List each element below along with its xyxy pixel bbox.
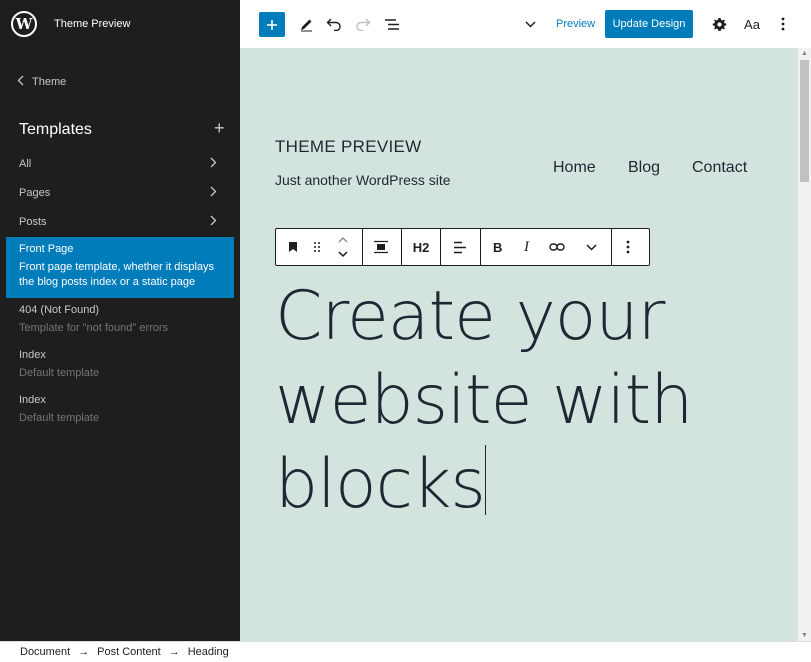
editor-toolbar: Preview Update Design Aa bbox=[240, 0, 811, 48]
chevron-right-icon bbox=[210, 186, 217, 200]
scroll-down-arrow-icon[interactable]: ▼ bbox=[801, 632, 808, 639]
nav-item-pages[interactable]: Pages bbox=[0, 181, 240, 205]
more-options-vertical-icon[interactable] bbox=[773, 14, 793, 34]
heading-block[interactable]: Create your website with blocks bbox=[275, 275, 735, 527]
italic-icon[interactable]: I bbox=[524, 238, 529, 256]
link-icon[interactable] bbox=[549, 238, 565, 256]
chevron-right-icon bbox=[210, 157, 217, 171]
scroll-up-arrow-icon[interactable]: ▲ bbox=[801, 50, 808, 57]
add-template-plus-icon[interactable]: + bbox=[214, 119, 225, 137]
templates-heading: Templates bbox=[19, 121, 92, 138]
settings-gear-icon[interactable] bbox=[709, 14, 729, 34]
drag-handle-icon[interactable] bbox=[313, 238, 321, 256]
nav-link-blog[interactable]: Blog bbox=[628, 159, 660, 177]
block-options-vertical-icon[interactable] bbox=[626, 238, 630, 256]
redo-icon[interactable] bbox=[353, 14, 373, 34]
template-description: Default template bbox=[19, 367, 100, 379]
site-tagline[interactable]: Just another WordPress site bbox=[275, 172, 451, 188]
template-title: Index bbox=[19, 349, 46, 361]
template-description: Default template bbox=[19, 412, 100, 424]
undo-icon[interactable] bbox=[324, 14, 344, 34]
update-design-button[interactable]: Update Design bbox=[605, 10, 693, 38]
styles-button[interactable]: Aa bbox=[740, 14, 764, 34]
nav-link-contact[interactable]: Contact bbox=[692, 159, 747, 177]
editor-canvas[interactable]: THEME PREVIEW Just another WordPress sit… bbox=[240, 48, 798, 641]
canvas-scrollbar[interactable]: ▲ ▼ bbox=[798, 48, 811, 641]
site-title: Theme Preview bbox=[54, 18, 131, 30]
nav-item-label: Posts bbox=[19, 216, 47, 228]
template-description: Template for "not found" errors bbox=[19, 322, 169, 334]
template-item-404[interactable]: 404 (Not Found) Template for "not found"… bbox=[6, 298, 234, 342]
nav-link-home[interactable]: Home bbox=[553, 159, 596, 177]
breadcrumb-item-document[interactable]: Document bbox=[20, 646, 70, 658]
toolbar-separator bbox=[440, 229, 441, 265]
more-formats-chevron-down-icon[interactable] bbox=[586, 238, 597, 256]
template-title: Index bbox=[19, 394, 46, 406]
text-cursor bbox=[484, 445, 486, 515]
site-hub: W Theme Preview bbox=[0, 0, 240, 48]
chevron-right-icon bbox=[210, 215, 217, 229]
arrow-right-icon: → bbox=[78, 646, 90, 658]
template-title: Front Page bbox=[19, 243, 74, 255]
template-title: 404 (Not Found) bbox=[19, 304, 100, 316]
edit-pencil-icon[interactable] bbox=[296, 14, 316, 34]
template-item-index-2[interactable]: Index Default template bbox=[6, 388, 234, 432]
align-center-block-icon[interactable] bbox=[374, 238, 388, 256]
nav-item-posts[interactable]: Posts bbox=[0, 210, 240, 234]
heading-line: blocks bbox=[275, 445, 486, 524]
chevron-left-icon bbox=[17, 75, 24, 89]
list-view-icon[interactable] bbox=[382, 14, 402, 34]
toolbar-separator bbox=[611, 229, 612, 265]
preview-button[interactable]: Preview bbox=[556, 18, 595, 30]
nav-item-all[interactable]: All bbox=[0, 152, 240, 176]
arrow-right-icon: → bbox=[168, 646, 180, 658]
wordpress-logo-icon[interactable]: W bbox=[11, 11, 37, 37]
nav-item-label: Pages bbox=[19, 187, 51, 199]
bold-icon[interactable]: B bbox=[493, 238, 502, 256]
nav-item-label: All bbox=[19, 158, 32, 170]
text-align-left-icon[interactable] bbox=[453, 238, 467, 256]
template-description: Front page template, whether it displays… bbox=[19, 261, 215, 288]
block-inserter-button[interactable] bbox=[259, 12, 285, 37]
toolbar-separator bbox=[362, 229, 363, 265]
toolbar-separator bbox=[480, 229, 481, 265]
site-name[interactable]: THEME PREVIEW bbox=[275, 137, 422, 157]
back-link-label: Theme bbox=[32, 76, 67, 88]
heading-line: Create your bbox=[275, 277, 665, 356]
scrollbar-thumb[interactable] bbox=[800, 60, 809, 182]
template-item-index[interactable]: Index Default template bbox=[6, 343, 234, 387]
plus-icon bbox=[267, 19, 277, 30]
heading-line: website with bbox=[275, 361, 693, 440]
bookmark-icon[interactable] bbox=[288, 238, 298, 256]
breadcrumb-item-heading[interactable]: Heading bbox=[188, 646, 229, 658]
template-item-front-page[interactable]: Front Page Front page template, whether … bbox=[6, 237, 234, 298]
block-breadcrumb: Document → Post Content → Heading bbox=[0, 641, 811, 662]
back-to-theme-link[interactable]: Theme bbox=[17, 75, 66, 89]
heading-level-button[interactable]: H2 bbox=[409, 238, 433, 256]
move-up-down-icon[interactable] bbox=[337, 233, 349, 261]
breadcrumb-item-post-content[interactable]: Post Content bbox=[97, 646, 161, 658]
block-toolbar: H2 B I bbox=[275, 228, 650, 266]
toolbar-separator bbox=[401, 229, 402, 265]
sidebar: W Theme Preview Theme Templates + All Pa… bbox=[0, 0, 240, 641]
chevron-down-icon[interactable] bbox=[520, 14, 540, 34]
